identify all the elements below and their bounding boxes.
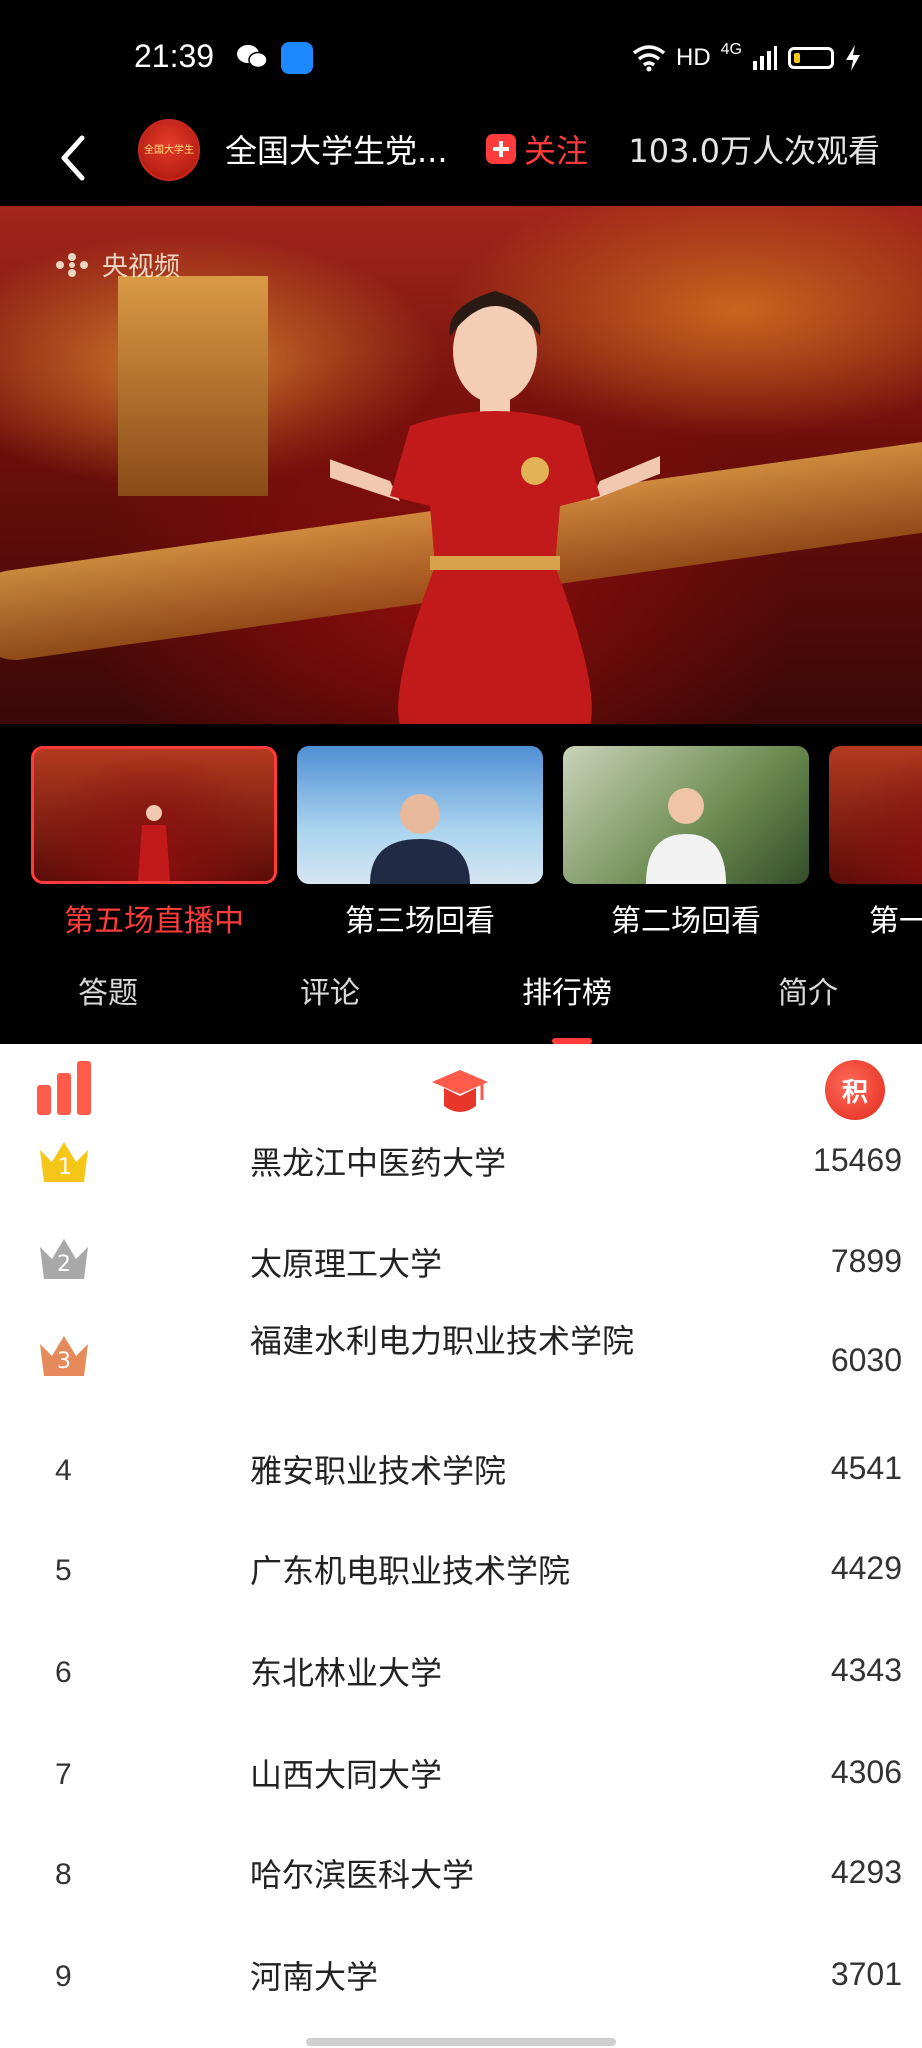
score: 4429: [830, 1550, 902, 1586]
viewer-count: 103.0万人次观看: [628, 132, 880, 170]
channel-avatar[interactable]: 全国大学生: [138, 119, 200, 181]
episode-label: 第二场回看: [611, 904, 761, 939]
status-indicators: HD 4G: [632, 38, 862, 78]
university-name: 山西大同大学: [250, 1756, 443, 1794]
live-header: 全国大学生 全国大学生党... 关注 103.0万人次观看: [0, 116, 922, 206]
home-indicator[interactable]: [306, 2038, 616, 2046]
watermark-text: 央视频: [102, 252, 181, 282]
avatar-text: 全国大学生: [144, 145, 194, 156]
back-arrow-icon[interactable]: [50, 128, 100, 188]
network-label: HD: [675, 44, 711, 71]
episode-thumbnail: [297, 746, 543, 884]
score: 7899: [830, 1243, 902, 1279]
episode-item-1-replay[interactable]: 第一: [829, 746, 922, 940]
score: 4541: [830, 1450, 902, 1486]
rank-number: 4: [55, 1454, 72, 1487]
university-name: 河南大学: [250, 1958, 379, 1996]
episode-label: 第三场回看: [345, 904, 495, 939]
video-player[interactable]: 央视频: [0, 206, 922, 724]
episode-thumbnail: [563, 746, 809, 884]
cellular-label: 4G: [720, 41, 742, 58]
signal-icon: [753, 46, 777, 70]
video-watermark: 央视频: [52, 246, 180, 283]
university-name: 哈尔滨医科大学: [250, 1856, 475, 1894]
rank-number: 5: [55, 1554, 72, 1587]
university-name: 雅安职业技术学院: [250, 1452, 507, 1490]
episode-label: 第一: [869, 904, 922, 939]
episode-label: 第五场直播中: [64, 904, 244, 939]
thumbnail-figure: [370, 794, 470, 884]
leaderboard-header: 积: [0, 1044, 922, 1134]
university-name: 广东机电职业技术学院: [250, 1552, 571, 1590]
rank-number: 7: [55, 1758, 72, 1791]
episode-item-2-replay[interactable]: 第二场回看: [563, 746, 809, 940]
follow-label: 关注: [524, 132, 589, 170]
episode-item-3-replay[interactable]: 第三场回看: [297, 746, 543, 940]
graduation-cap-icon: [432, 1070, 488, 1112]
rank-number: 8: [55, 1858, 72, 1891]
bronze-crown-icon: 3: [40, 1336, 88, 1376]
presenter-figure: [330, 291, 660, 724]
score: 4343: [830, 1652, 902, 1688]
silver-crown-icon: 2: [40, 1239, 88, 1279]
tab-intro[interactable]: 简介: [778, 968, 838, 1012]
medal-rank: 1: [58, 1155, 72, 1180]
episode-strip: 第五场直播中 第三场回看 第二场回看 第一: [0, 724, 922, 944]
thumbnail-figure: [138, 805, 170, 881]
score: 3701: [830, 1956, 902, 1992]
rank-bar-chart-icon: [37, 1061, 91, 1115]
university-name: 福建水利电力职业技术学院: [250, 1322, 635, 1360]
score: 6030: [830, 1342, 902, 1378]
episode-thumbnail: [31, 746, 277, 884]
medal-rank: 3: [57, 1349, 71, 1374]
episode-item-5-live[interactable]: 第五场直播中: [31, 746, 277, 940]
score: 4293: [830, 1854, 902, 1890]
score: 15469: [813, 1142, 902, 1178]
wechat-icon: [237, 45, 268, 69]
follow-button[interactable]: 关注: [486, 126, 588, 172]
university-name: 东北林业大学: [250, 1654, 443, 1692]
points-icon-text: 积: [841, 1077, 868, 1108]
app-notification-icon: [281, 42, 313, 74]
status-bar: 21:39 HD 4G: [0, 0, 922, 116]
score: 4306: [830, 1754, 902, 1790]
rank-number: 9: [55, 1960, 72, 1993]
channel-title[interactable]: 全国大学生党...: [225, 126, 448, 172]
gold-crown-icon: 1: [40, 1142, 88, 1182]
points-icon: 积: [825, 1060, 885, 1120]
battery-icon: [788, 47, 834, 69]
great-wall-tower: [118, 276, 268, 496]
thumbnail-figure: [646, 788, 726, 884]
wifi-icon: [632, 45, 666, 72]
charging-icon: [846, 45, 860, 71]
tab-quiz[interactable]: 答题: [78, 968, 138, 1012]
leaderboard: 积 1 黑龙江中医药大学 15469 2 太原理工大学 7899 3 福建水利电…: [0, 1044, 922, 2048]
tab-comments[interactable]: 评论: [300, 968, 360, 1012]
cctv-logo-icon: [56, 252, 88, 277]
rank-number: 6: [55, 1656, 72, 1689]
tab-leaderboard[interactable]: 排行榜: [522, 968, 612, 1012]
plus-icon: [486, 134, 516, 164]
episode-thumbnail: [829, 746, 922, 884]
content-tabs: 答题 评论 排行榜 简介: [0, 944, 922, 1044]
university-name: 太原理工大学: [250, 1245, 443, 1283]
medal-rank: 2: [57, 1252, 71, 1277]
status-time: 21:39: [134, 38, 215, 74]
university-name: 黑龙江中医药大学: [250, 1144, 507, 1182]
